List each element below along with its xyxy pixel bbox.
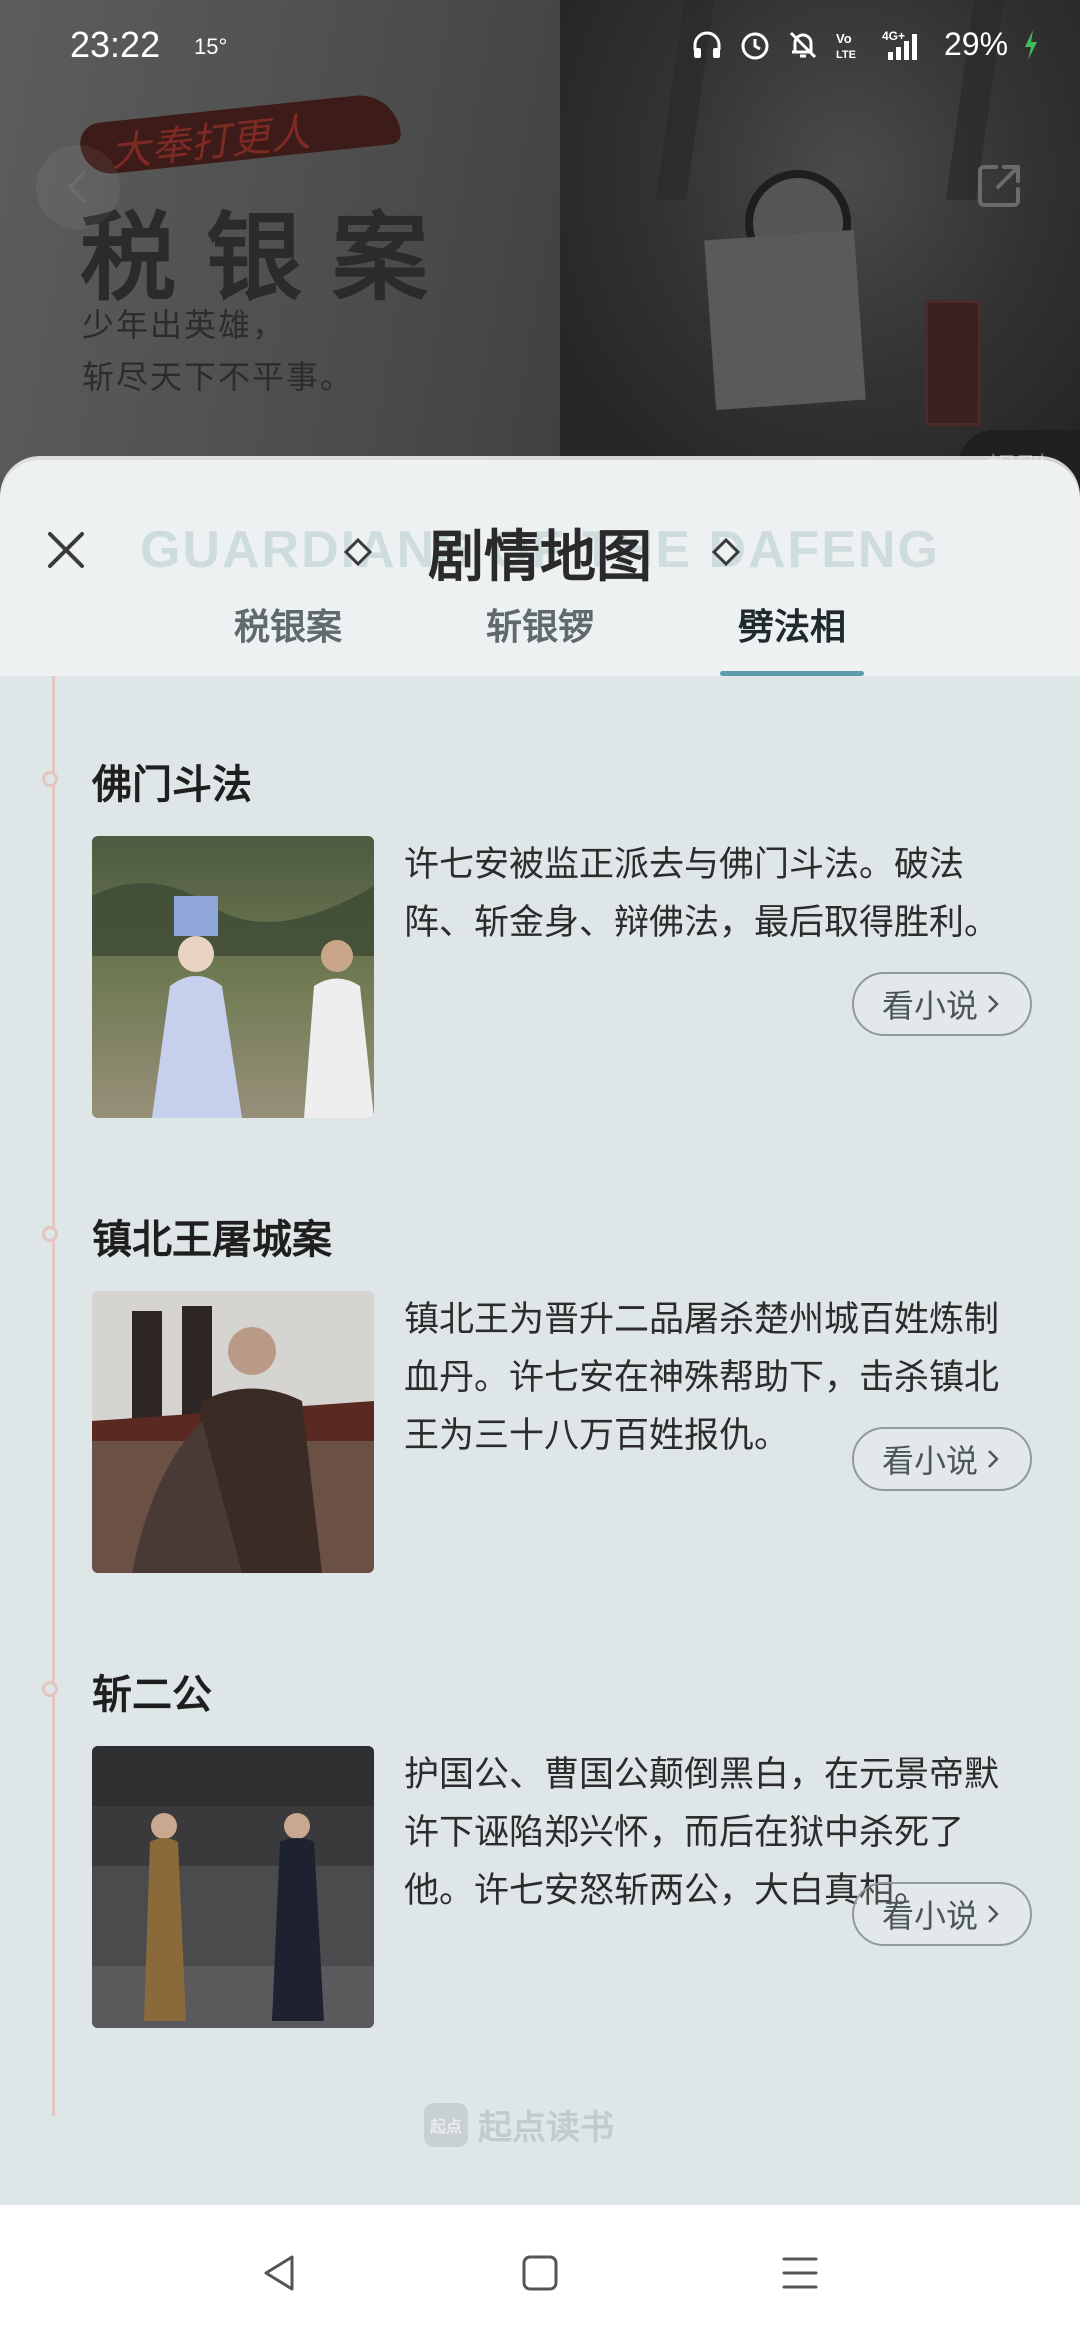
- chevron-right-icon: [988, 1905, 999, 1923]
- system-nav-bar: [0, 2205, 1080, 2340]
- sheet-title: 剧情地图: [428, 524, 652, 590]
- qidian-logo: 起点 起点读书: [424, 2100, 614, 2149]
- episode-still-image: [92, 836, 374, 1118]
- signal-4g-icon: 4G+: [882, 29, 917, 60]
- chevron-left-icon: [68, 171, 86, 203]
- tab-split-dharma[interactable]: 劈法相: [720, 600, 864, 676]
- episode-title: 斩二公: [92, 1672, 212, 1718]
- episode-card: 佛门斗法 许七安被监正派去与佛门斗法。破法阵、斩金身、辩佛法，最后取得胜利。 看…: [0, 752, 1080, 1172]
- episode-description: 许七安被监正派去与佛门斗法。破法阵、斩金身、辩佛法，最后取得胜利。: [404, 845, 1000, 943]
- poster-brush-text: 大奉打更人: [108, 109, 313, 177]
- chevron-right-icon: [988, 1450, 999, 1468]
- alarm-icon: [741, 32, 769, 59]
- menu-icon: [782, 2257, 818, 2289]
- svg-text:LTE: LTE: [836, 49, 856, 61]
- status-time: 23:22: [70, 24, 161, 65]
- tab-slay-silver-gong[interactable]: 斩银锣: [470, 600, 610, 676]
- nav-home-button[interactable]: [510, 2243, 570, 2303]
- arc-tabs: 税银案 斩银锣 劈法相: [0, 600, 1080, 676]
- episode-still-image: [92, 1291, 374, 1573]
- battery-charging-icon: [1025, 29, 1038, 60]
- svg-text:4G+: 4G+: [882, 29, 905, 43]
- qidian-logo-mark: 起点: [424, 2102, 468, 2147]
- tab-tax-silver-case[interactable]: 税银案: [218, 600, 358, 676]
- read-novel-button[interactable]: 看小说: [852, 1882, 1032, 1946]
- svg-text:Vo: Vo: [836, 31, 852, 46]
- headphones-icon: [693, 31, 721, 58]
- poster-subtitle-line2: 斩尽天下不平事。: [82, 358, 355, 396]
- read-novel-label: 看小说: [881, 1897, 978, 1935]
- qidian-logo-text: 起点读书: [478, 2108, 614, 2148]
- back-button[interactable]: [36, 145, 120, 229]
- triangle-back-icon: [264, 2255, 294, 2291]
- episode-card: 镇北王屠城案 镇北王为晋升二品屠杀楚州城百姓炼制血丹。许七安在神殊帮助下，击杀镇…: [0, 1207, 1080, 1627]
- nav-back-button[interactable]: [250, 2243, 310, 2303]
- share-button[interactable]: [970, 155, 1030, 215]
- nav-menu-button[interactable]: [770, 2243, 830, 2303]
- episode-title: 佛门斗法: [92, 762, 252, 808]
- chevron-right-icon: [988, 995, 999, 1013]
- share-icon: [978, 165, 1020, 207]
- read-novel-button[interactable]: 看小说: [852, 972, 1032, 1036]
- poster-title: 税银案: [80, 201, 458, 314]
- status-temperature: 15°: [194, 34, 228, 59]
- story-map-sheet: GUARDIANS OF THE DAFENG 剧情地图 税银案 斩银锣 劈法相…: [0, 460, 1080, 2205]
- poster-subtitle-line1: 少年出英雄，: [82, 306, 287, 344]
- read-novel-label: 看小说: [881, 1442, 978, 1480]
- battery-level: 29%: [944, 26, 1009, 62]
- episode-title: 镇北王屠城案: [92, 1217, 332, 1263]
- read-novel-button[interactable]: 看小说: [852, 1427, 1032, 1491]
- mute-icon: [789, 31, 817, 58]
- status-bar: 23:22 15° Vo LTE 4G+ 29%: [0, 0, 1080, 96]
- sheet-header: GUARDIANS OF THE DAFENG 剧情地图 税银案 斩银锣 劈法相: [0, 460, 1080, 676]
- square-home-icon: [522, 2255, 558, 2291]
- volte-icon: Vo LTE: [836, 31, 856, 61]
- episode-still-image: [92, 1746, 374, 2028]
- read-novel-label: 看小说: [881, 987, 978, 1025]
- episode-card: 斩二公 护国公、曹国公颠倒黑白，在元景帝默许下诬陷郑兴怀，而后在狱中杀死了他。许…: [0, 1662, 1080, 2082]
